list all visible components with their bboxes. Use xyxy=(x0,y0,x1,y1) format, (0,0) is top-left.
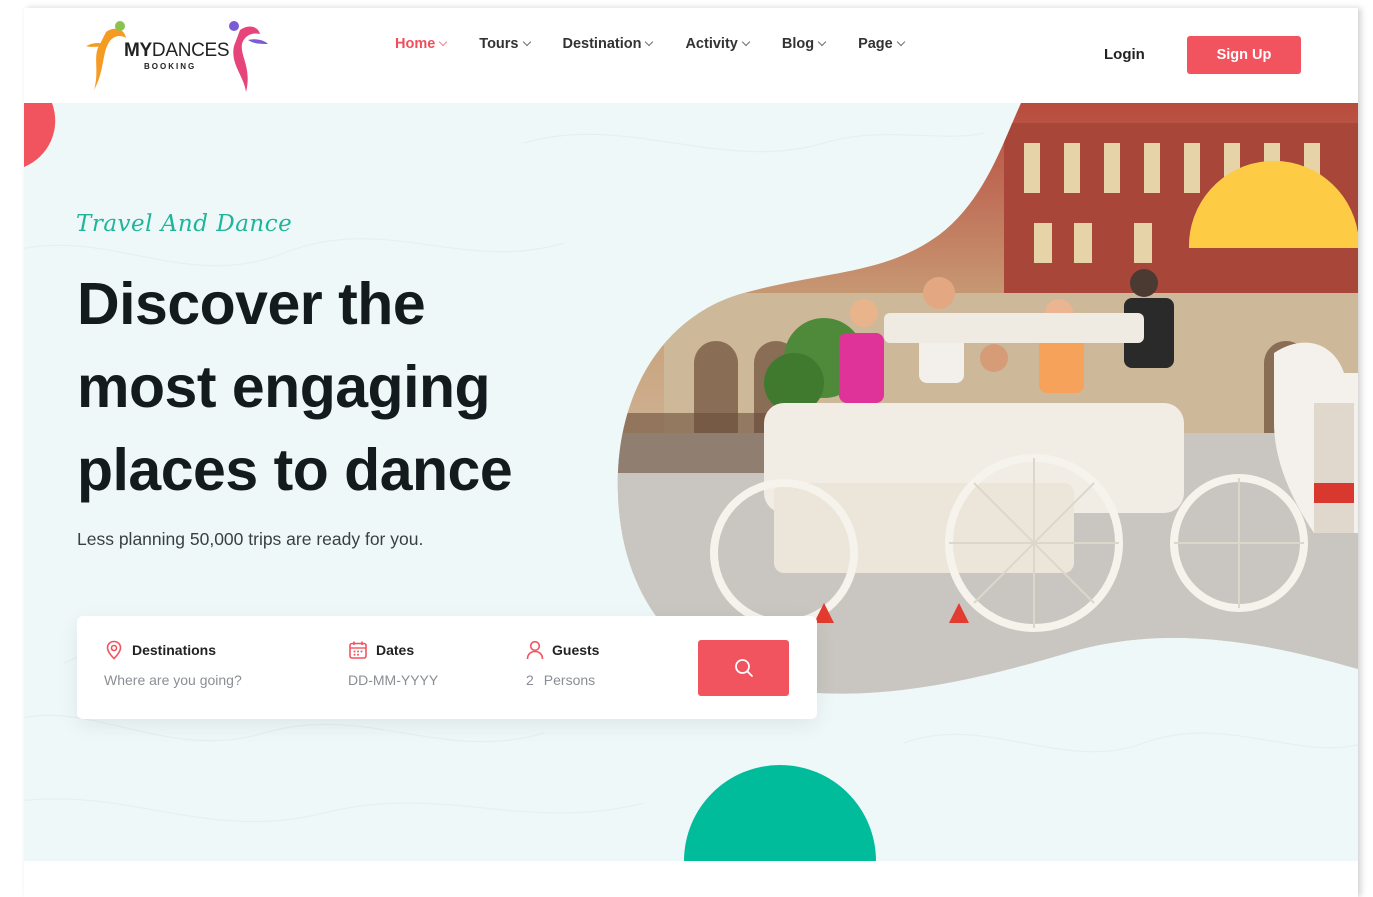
guests-count: 2 xyxy=(526,672,534,688)
search-icon xyxy=(734,659,753,677)
hero-subtext: Less planning 50,000 trips are ready for… xyxy=(77,529,424,549)
date-input[interactable] xyxy=(348,672,498,688)
nav-item-tours[interactable]: Tours xyxy=(479,36,531,52)
chevron-down-icon xyxy=(896,37,905,47)
main-nav: Home Tours Destination Activity Blog Pag… xyxy=(395,36,937,52)
dates-label: Dates xyxy=(348,640,498,660)
hero-section: Travel And Dance Discover the most engag… xyxy=(24,103,1358,861)
site-header: MYDANCES BOOKING Home Tours Destination … xyxy=(24,8,1358,103)
chevron-down-icon xyxy=(645,37,654,47)
page-frame: MYDANCES BOOKING Home Tours Destination … xyxy=(24,8,1358,897)
chevron-down-icon xyxy=(741,37,751,47)
map-pin-icon xyxy=(106,640,122,660)
brand-subtitle: BOOKING xyxy=(144,62,197,71)
below-hero-area xyxy=(24,861,1358,897)
chevron-down-icon xyxy=(522,37,531,47)
nav-item-destination[interactable]: Destination xyxy=(563,36,654,52)
search-panel: Destinations Dates xyxy=(77,616,817,719)
destination-input[interactable] xyxy=(104,672,284,688)
destinations-label: Destinations xyxy=(104,640,284,660)
search-button[interactable] xyxy=(698,640,789,696)
headline-line: most engaging xyxy=(77,354,491,420)
nav-item-activity[interactable]: Activity xyxy=(685,36,751,52)
brand-name: MYDANCES xyxy=(124,40,230,61)
user-icon xyxy=(526,640,544,660)
headline-line: places to dance xyxy=(77,437,513,503)
signup-button[interactable]: Sign Up xyxy=(1187,36,1301,74)
chevron-down-icon xyxy=(817,37,827,47)
guests-label: Guests xyxy=(526,640,599,660)
login-link[interactable]: Login xyxy=(1104,46,1145,63)
dates-field: Dates xyxy=(348,640,498,690)
headline-line: Discover the xyxy=(77,271,426,337)
brand-logo[interactable]: MYDANCES BOOKING xyxy=(80,16,270,92)
calendar-icon xyxy=(349,641,367,659)
guests-value: 2 Persons xyxy=(526,672,599,688)
hero-tagline: Travel And Dance xyxy=(76,211,293,237)
nav-item-home[interactable]: Home xyxy=(395,36,448,52)
guests-unit: Persons xyxy=(543,672,596,688)
hero-headline: Discover the most engaging places to dan… xyxy=(77,263,597,512)
guests-field[interactable]: Guests 2 Persons xyxy=(526,640,599,688)
chevron-down-icon xyxy=(439,37,448,47)
destinations-field: Destinations xyxy=(104,640,284,690)
nav-item-page[interactable]: Page xyxy=(858,36,905,52)
nav-item-blog[interactable]: Blog xyxy=(782,36,827,52)
